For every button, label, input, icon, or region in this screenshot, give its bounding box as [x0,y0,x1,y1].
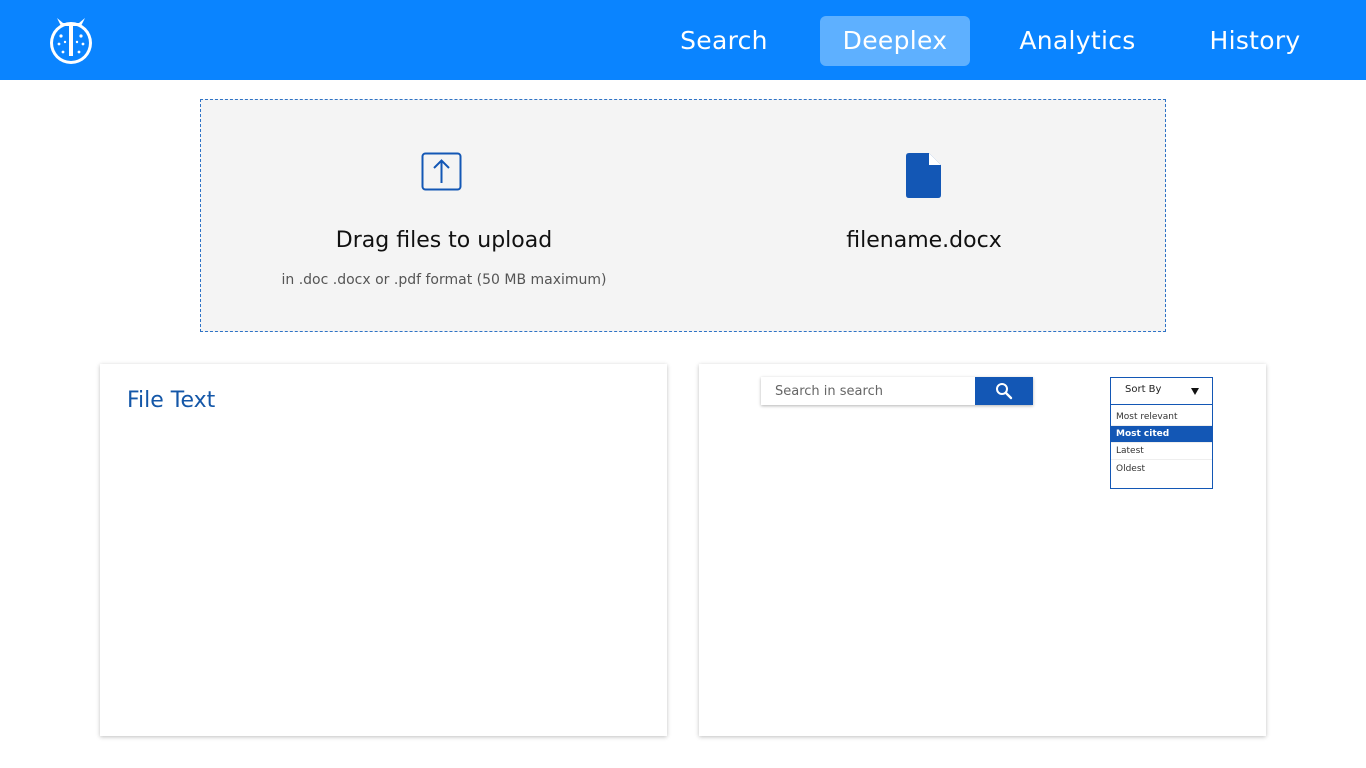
search-icon [996,383,1013,400]
top-navbar: Search Deeplex Analytics History [0,0,1366,80]
sort-label: Sort By [1125,384,1162,395]
search-button[interactable] [975,377,1033,405]
nav-item-deeplex[interactable]: Deeplex [820,16,970,66]
file-text-panel: File Text [100,364,667,736]
search-bar [761,377,1033,405]
nav-item-history[interactable]: History [1195,16,1315,66]
caret-down-icon [1191,388,1199,395]
nav-item-search[interactable]: Search [664,16,784,66]
sort-option-most-relevant[interactable]: Most relevant [1111,409,1212,426]
sort-option-oldest[interactable]: Oldest [1111,461,1212,478]
sort-dropdown-toggle[interactable]: Sort By [1111,378,1212,405]
sort-dropdown[interactable]: Sort By Most relevant Most cited Latest … [1110,377,1213,489]
upload-title: Drag files to upload [335,228,553,253]
file-text-title: File Text [127,388,216,413]
results-panel: Sort By Most relevant Most cited Latest … [699,364,1266,736]
document-icon [905,153,943,199]
uploaded-file-name: filename.docx [846,228,1002,253]
sort-option-latest[interactable]: Latest [1111,443,1212,460]
file-dropzone[interactable]: Drag files to upload in .doc .docx or .p… [200,99,1166,332]
nav-item-analytics[interactable]: Analytics [1005,16,1150,66]
upload-arrow-icon[interactable] [421,152,463,192]
upload-format-hint: in .doc .docx or .pdf format (50 MB maxi… [281,272,607,288]
owl-logo-icon[interactable] [45,14,97,68]
sort-option-most-cited[interactable]: Most cited [1111,426,1212,443]
search-input[interactable] [761,377,975,405]
